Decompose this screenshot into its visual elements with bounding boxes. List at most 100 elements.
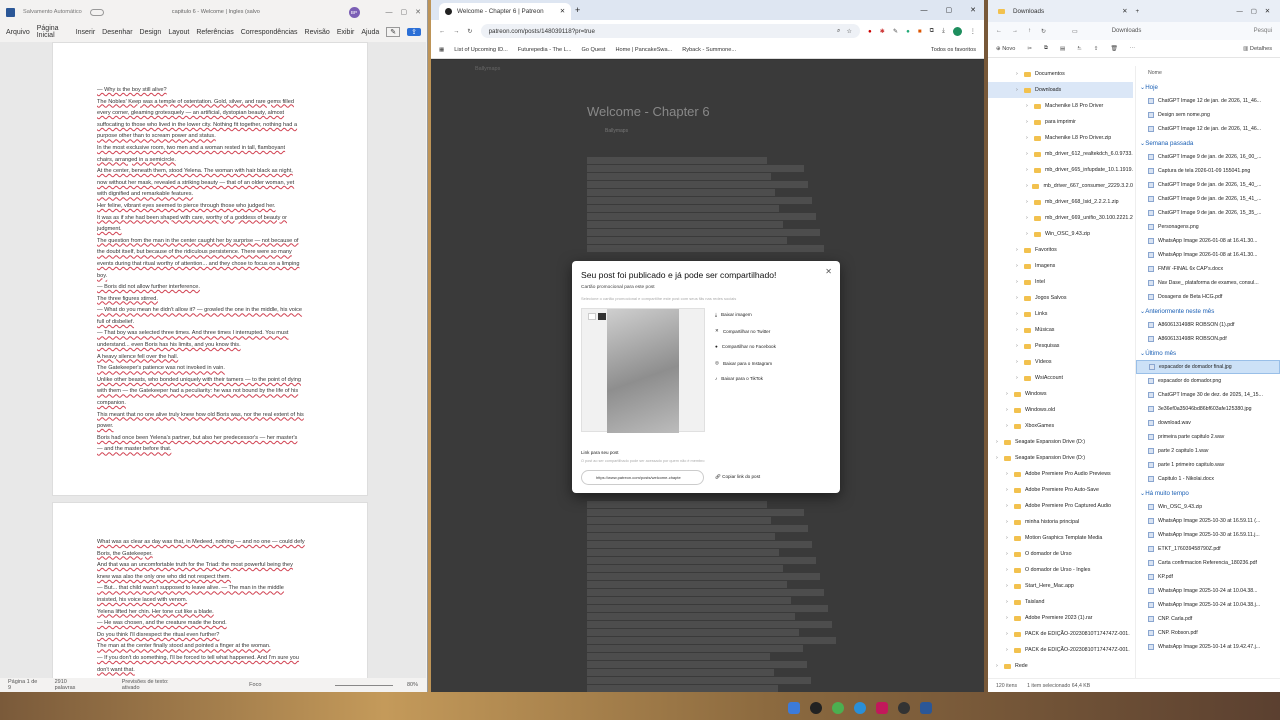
zoom-icon[interactable]: ⌕ xyxy=(837,27,840,35)
menu-item[interactable]: Página Inicial xyxy=(37,25,69,39)
modal-close-icon[interactable]: ✕ xyxy=(825,267,832,276)
menu-item[interactable]: Ajuda xyxy=(361,29,379,36)
close-icon[interactable]: ✕ xyxy=(970,6,984,14)
file-item[interactable]: Win_OSC_9.43.zip xyxy=(1136,500,1280,514)
url-input[interactable]: patreon.com/posts/148039118?pr=true ⌕ ☆ xyxy=(480,24,861,38)
tree-item[interactable]: › Seagate Expansion Drive (D:) xyxy=(988,434,1133,450)
extension-icon[interactable]: ✱ xyxy=(880,28,885,35)
tree-item[interactable]: › Taisland xyxy=(988,594,1133,610)
share-icon[interactable]: ⇪ xyxy=(1094,46,1099,52)
post-author[interactable]: Ballymaps xyxy=(605,128,628,134)
file-item[interactable]: A8606131498R ROBSON (1).pdf xyxy=(1136,318,1280,332)
tree-item[interactable]: › PACK de EDIÇÃO-20230810T174747Z-001. xyxy=(988,642,1133,658)
file-item[interactable]: 3e36ef0a35046bd86bf603afe125380.jpg xyxy=(1136,402,1280,416)
file-item[interactable]: ChatGPT Image 9 de jan. de 2026, 15_41_.… xyxy=(1136,192,1280,206)
file-item[interactable]: FMW -FINAL 6x CAP's.docx xyxy=(1136,262,1280,276)
menu-kebab-icon[interactable]: ⋮ xyxy=(970,28,976,35)
file-item[interactable]: Personagens.png xyxy=(1136,220,1280,234)
file-item[interactable]: ETKT_176039458790Z.pdf xyxy=(1136,542,1280,556)
file-item[interactable]: espacador de domador final.jpg xyxy=(1136,360,1280,374)
chevron-right-icon[interactable]: › xyxy=(1016,279,1024,285)
chevron-right-icon[interactable]: › xyxy=(1006,423,1014,429)
name-column-header[interactable]: Nome xyxy=(1136,66,1280,80)
file-group-header[interactable]: ⌄ Último mês xyxy=(1136,346,1280,360)
new-tab-icon[interactable]: + xyxy=(575,5,580,15)
page-count[interactable]: Página 1 de 9 xyxy=(8,679,41,691)
minimize-icon[interactable]: — xyxy=(921,7,942,14)
file-group-header[interactable]: ⌄ Há muito tempo xyxy=(1136,486,1280,500)
chevron-right-icon[interactable]: › xyxy=(1016,247,1024,253)
user-avatar[interactable]: BP xyxy=(348,6,360,18)
file-item[interactable]: Dosagens de Beta HCG.pdf xyxy=(1136,290,1280,304)
file-item[interactable]: parte 1 primeiro capitulo.wav xyxy=(1136,458,1280,472)
tree-item[interactable]: › Imagens xyxy=(988,258,1133,274)
word-count[interactable]: 2910 palavras xyxy=(55,679,88,691)
tree-item[interactable]: › Adobe Premiere 2023 (1).rar xyxy=(988,610,1133,626)
share-button[interactable]: ⇪ xyxy=(407,28,421,36)
refresh-icon[interactable]: ↻ xyxy=(1041,28,1046,35)
file-item[interactable]: Captura de tela 2026-01-09 155041.png xyxy=(1136,164,1280,178)
chevron-right-icon[interactable]: › xyxy=(1006,503,1014,509)
chevron-right-icon[interactable]: › xyxy=(1026,199,1034,205)
chevron-right-icon[interactable]: › xyxy=(1006,567,1014,573)
extension-icon[interactable]: ● xyxy=(906,28,910,35)
file-item[interactable]: ChatGPT Image 9 de jan. de 2026, 15_35_.… xyxy=(1136,206,1280,220)
new-button[interactable]: ⊕ Novo xyxy=(996,46,1015,52)
file-item[interactable]: Design sem nome.png xyxy=(1136,108,1280,122)
tree-item[interactable]: › Músicas xyxy=(988,322,1133,338)
back-icon[interactable]: ← xyxy=(439,28,445,35)
chevron-right-icon[interactable]: › xyxy=(1026,135,1034,141)
file-item[interactable]: parte 2 capitulo 1.wav xyxy=(1136,444,1280,458)
document-page-1[interactable]: — Why is the boy still alive? The Nobles'… xyxy=(52,42,368,496)
bookmark-item[interactable]: List of Upcoming ID... xyxy=(454,47,507,53)
tree-item[interactable]: › Win_OSC_9.43.zip xyxy=(988,226,1133,242)
chrome-icon[interactable] xyxy=(832,702,844,714)
edge-icon[interactable] xyxy=(854,702,866,714)
tree-item[interactable]: › Pesquisas xyxy=(988,338,1133,354)
chevron-right-icon[interactable]: › xyxy=(996,455,1004,461)
post-url-field[interactable]: https://www.patreon.com/posts/welcome-ch… xyxy=(581,470,704,485)
editing-pen-icon[interactable]: ✎ xyxy=(386,27,401,37)
chevron-right-icon[interactable]: › xyxy=(1026,231,1034,237)
preview-toggle-dark[interactable] xyxy=(588,313,596,320)
tree-item[interactable]: › Adobe Premiere Pro Auto-Save xyxy=(988,482,1133,498)
text-prediction[interactable]: Previsões de texto: ativado xyxy=(122,679,185,691)
chevron-right-icon[interactable]: › xyxy=(1016,87,1024,93)
chevron-right-icon[interactable]: › xyxy=(1016,343,1024,349)
document-page-2[interactable]: What was as clear as day was that, in Me… xyxy=(52,502,368,678)
file-item[interactable]: CNP. Robson.pdf xyxy=(1136,626,1280,640)
tree-item[interactable]: › Start_Here_Mac.app xyxy=(988,578,1133,594)
tree-item[interactable]: › O domador de Urso - Ingles xyxy=(988,562,1133,578)
tree-item[interactable]: › Links xyxy=(988,306,1133,322)
chevron-right-icon[interactable]: › xyxy=(1006,471,1014,477)
bookmark-item[interactable]: Go Quest xyxy=(581,47,605,53)
maximize-icon[interactable]: ▢ xyxy=(946,6,967,14)
menu-item[interactable]: Revisão xyxy=(305,29,330,36)
file-item[interactable]: WhatsApp Image 2025-10-14 at 19.42.47.j.… xyxy=(1136,640,1280,654)
instagram-option[interactable]: ◎ Baixar para o Instagram xyxy=(715,360,772,366)
chevron-right-icon[interactable]: › xyxy=(1026,119,1034,125)
copy-icon[interactable]: ⧉ xyxy=(1044,45,1048,52)
tab-close-icon[interactable]: ✕ xyxy=(1122,8,1127,15)
file-group-header[interactable]: ⌄ Semana passada xyxy=(1136,136,1280,150)
file-item[interactable]: Carta confirmacion Referencia_180236.pdf xyxy=(1136,556,1280,570)
maximize-icon[interactable]: ▢ xyxy=(401,8,408,16)
chevron-right-icon[interactable]: › xyxy=(1016,295,1024,301)
file-item[interactable]: download.wav xyxy=(1136,416,1280,430)
minimize-icon[interactable]: — xyxy=(1236,8,1242,15)
file-item[interactable]: ChatGPT Image 30 de dez. de 2025, 14_15.… xyxy=(1136,388,1280,402)
copy-link-button[interactable]: 🔗︎ Copiar link do post xyxy=(715,474,760,480)
bookmark-item[interactable]: Futurepedia - The L... xyxy=(518,47,572,53)
tree-item[interactable]: › mb_driver_612_realtekdch_6.0.9733. xyxy=(988,146,1133,162)
tree-item[interactable]: › Jogos Salvos xyxy=(988,290,1133,306)
tree-item[interactable]: › Vídeos xyxy=(988,354,1133,370)
file-item[interactable]: WhatsApp Image 2025-10-30 at 16.59.11.j.… xyxy=(1136,528,1280,542)
tree-item[interactable]: › mb_driver_669_unifio_30.100.2221.2 xyxy=(988,210,1133,226)
chevron-right-icon[interactable]: › xyxy=(1016,263,1024,269)
extension-icon[interactable]: ● xyxy=(868,28,872,35)
up-icon[interactable]: ↑ xyxy=(1028,28,1031,34)
profile-avatar[interactable] xyxy=(952,26,962,36)
extensions-puzzle-icon[interactable]: ⧉ xyxy=(930,27,934,35)
preview-toggle-light[interactable] xyxy=(598,313,606,320)
minimize-icon[interactable]: — xyxy=(386,9,393,16)
